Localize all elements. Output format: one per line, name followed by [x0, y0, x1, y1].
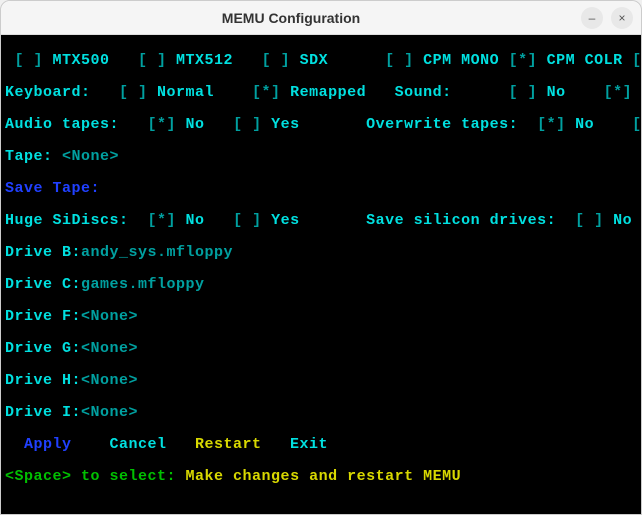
drive-b-value[interactable]: andy_sys.mfloppy — [81, 244, 233, 261]
save-silicon-label: Save silicon drives: — [300, 212, 557, 229]
apply-button[interactable]: Apply — [5, 436, 72, 453]
close-icon: × — [618, 11, 625, 25]
kb-normal-label: Normal — [157, 84, 214, 101]
window-title: MEMU Configuration — [9, 10, 573, 26]
minimize-button[interactable]: – — [581, 7, 603, 29]
sound-no-label: No — [547, 84, 566, 101]
overwrite-no-checkbox[interactable]: [*] — [518, 116, 575, 133]
mtx512-checkbox[interactable]: [ ] — [110, 52, 177, 69]
cpm-mono-checkbox[interactable]: [ ] — [357, 52, 424, 69]
audio-tapes-no-label: No — [186, 116, 205, 133]
tape-value[interactable]: <None> — [53, 148, 120, 165]
drive-g-value[interactable]: <None> — [81, 340, 138, 357]
overwrite-yes-checkbox[interactable]: [ ] — [594, 116, 641, 133]
app-window: MEMU Configuration – × [ ] MTX500 [ ] MT… — [0, 0, 642, 515]
audio-tapes-no-checkbox[interactable]: [*] — [119, 116, 186, 133]
drive-h-value[interactable]: <None> — [81, 372, 138, 389]
huge-sidiscs-label: Huge SiDiscs: — [5, 212, 129, 229]
sdx-label: SDX — [300, 52, 357, 69]
save-silicon-yes-checkbox[interactable]: [*] — [632, 212, 641, 229]
titlebar: MEMU Configuration – × — [1, 1, 641, 35]
kb-normal-checkbox[interactable]: [ ] — [91, 84, 158, 101]
audio-tapes-yes-checkbox[interactable]: [ ] — [205, 116, 272, 133]
drive-i-value[interactable]: <None> — [81, 404, 138, 421]
save-silicon-no-label: No — [613, 212, 632, 229]
drive-f-label: Drive F: — [5, 308, 81, 325]
drive-f-value[interactable]: <None> — [81, 308, 138, 325]
kb-remapped-checkbox[interactable]: [*] — [214, 84, 290, 101]
sound-no-checkbox[interactable]: [ ] — [452, 84, 547, 101]
close-button[interactable]: × — [611, 7, 633, 29]
sdx-checkbox[interactable]: [ ] — [233, 52, 300, 69]
restart-button[interactable]: Restart — [167, 436, 262, 453]
kb-remapped-label: Remapped — [290, 84, 366, 101]
drive-g-label: Drive G: — [5, 340, 81, 357]
mtx500-checkbox[interactable]: [ ] — [5, 52, 53, 69]
huge-sidiscs-yes-label: Yes — [271, 212, 300, 229]
sound-label: Sound: — [366, 84, 452, 101]
hint-msg: Make changes and restart MEMU — [186, 468, 462, 485]
cpm-colr-checkbox[interactable]: [*] — [499, 52, 547, 69]
cancel-button[interactable]: Cancel — [72, 436, 167, 453]
exit-button[interactable]: Exit — [262, 436, 329, 453]
save-silicon-no-checkbox[interactable]: [ ] — [556, 212, 613, 229]
huge-sidiscs-yes-checkbox[interactable]: [ ] — [205, 212, 272, 229]
drive-h-label: Drive H: — [5, 372, 81, 389]
cpm-colr-label: CPM COLR — [547, 52, 623, 69]
minimize-icon: – — [589, 11, 596, 25]
drive-c-value[interactable]: games.mfloppy — [81, 276, 205, 293]
terminal: [ ] MTX500 [ ] MTX512 [ ] SDX [ ] CPM MO… — [1, 35, 641, 514]
hint-mid: to select: — [72, 468, 186, 485]
hint-key: <Space> — [5, 468, 72, 485]
mtx512-label: MTX512 — [176, 52, 233, 69]
drive-b-label: Drive B: — [5, 244, 81, 261]
audio-tapes-label: Audio tapes: — [5, 116, 119, 133]
sound-yes-checkbox[interactable]: [*] — [566, 84, 641, 101]
keyboard-label: Keyboard: — [5, 84, 91, 101]
mfx-checkbox[interactable]: [ ] — [623, 52, 641, 69]
audio-tapes-yes-label: Yes — [271, 116, 300, 133]
huge-sidiscs-no-checkbox[interactable]: [*] — [129, 212, 186, 229]
mtx500-label: MTX500 — [53, 52, 110, 69]
save-tape-label[interactable]: Save Tape: — [5, 180, 100, 197]
overwrite-no-label: No — [575, 116, 594, 133]
overwrite-tapes-label: Overwrite tapes: — [300, 116, 519, 133]
tape-label: Tape: — [5, 148, 53, 165]
drive-c-label: Drive C: — [5, 276, 81, 293]
huge-sidiscs-no-label: No — [186, 212, 205, 229]
drive-i-label: Drive I: — [5, 404, 81, 421]
cpm-mono-label: CPM MONO — [423, 52, 499, 69]
